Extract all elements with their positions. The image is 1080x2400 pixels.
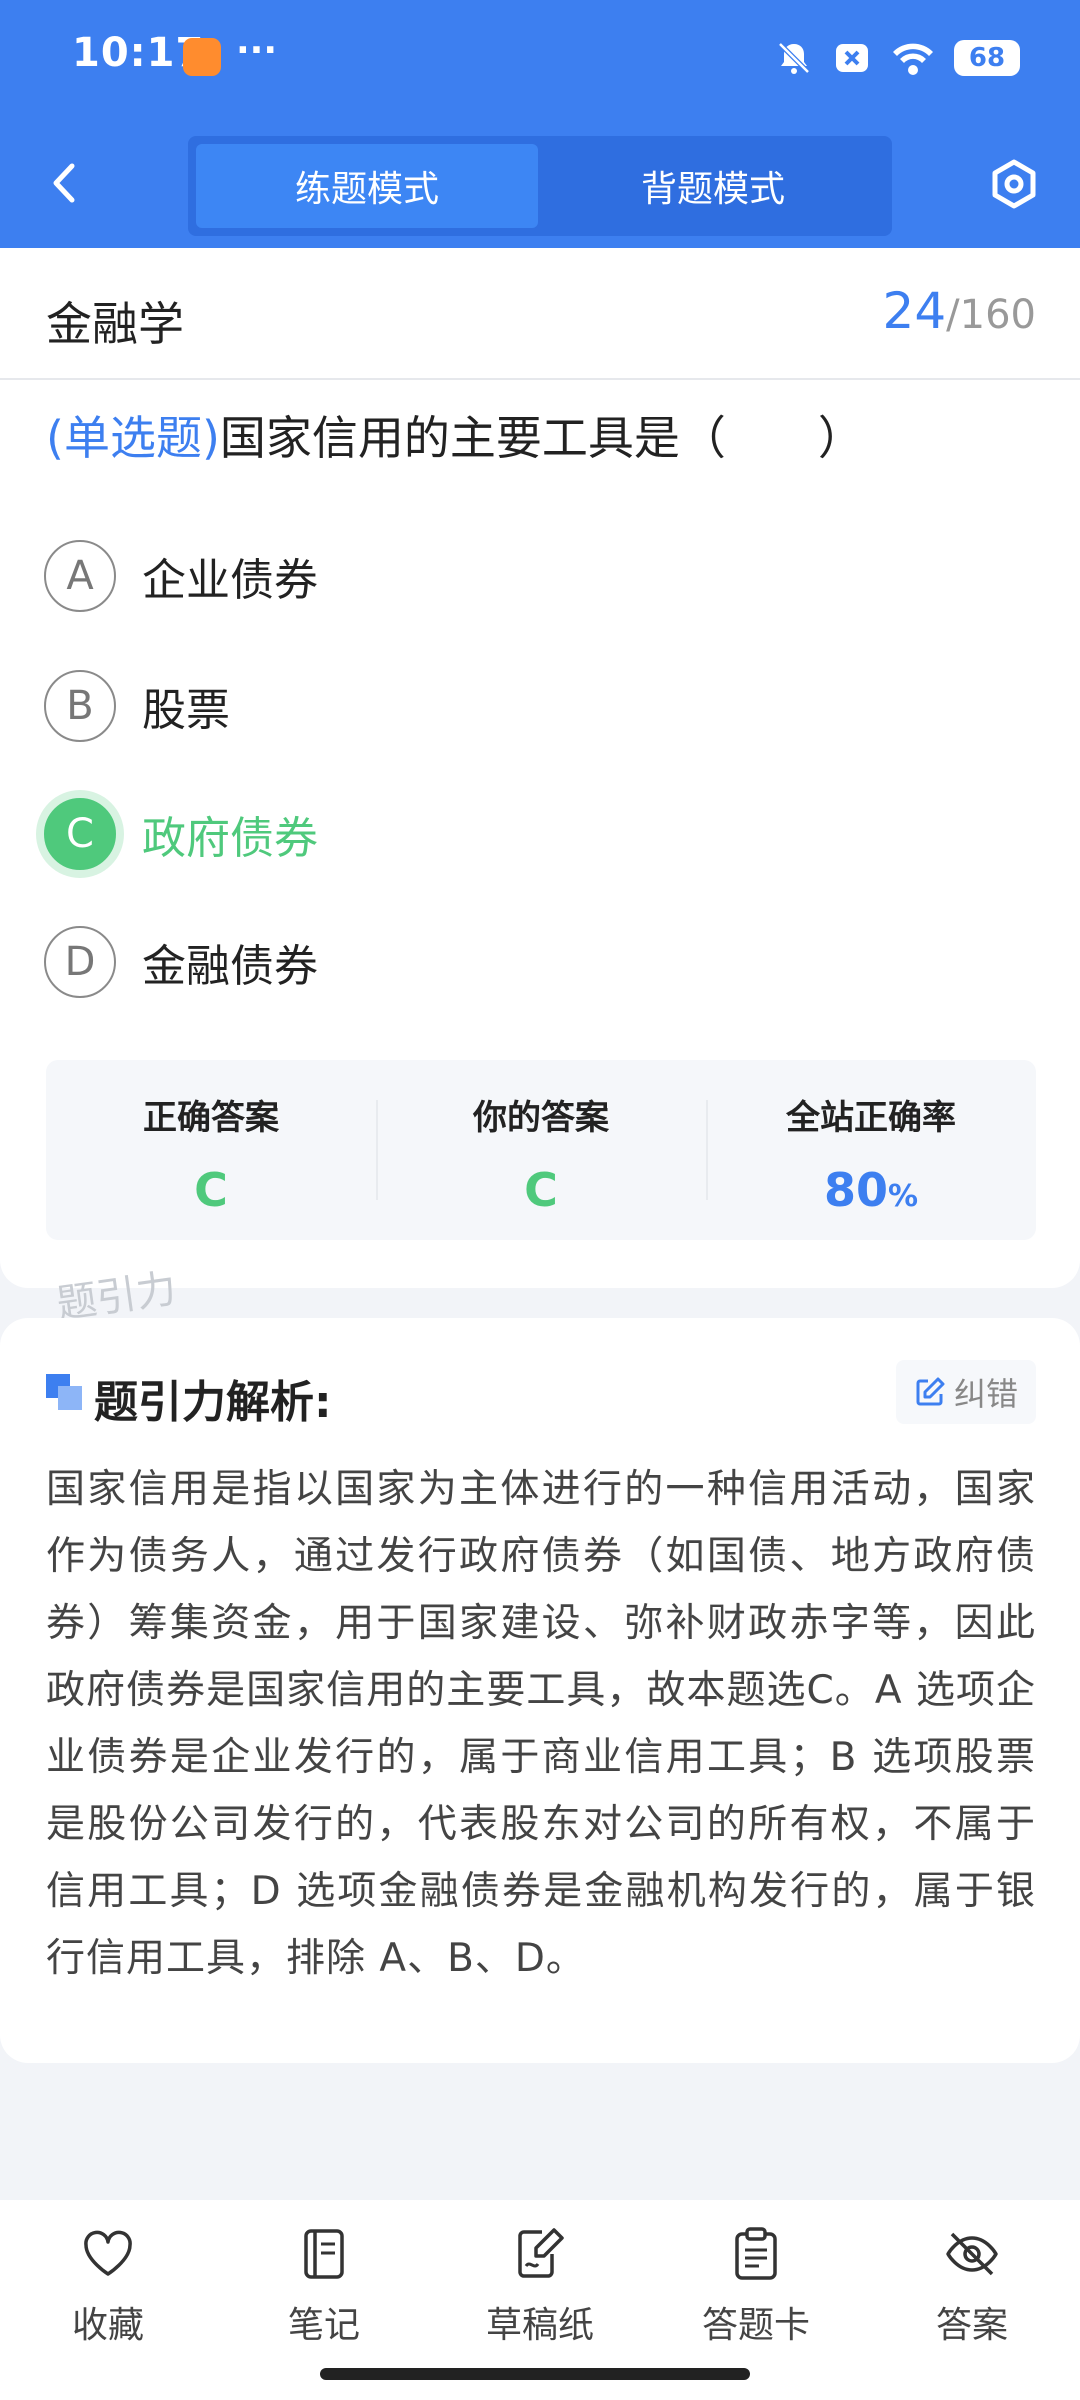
divider	[0, 378, 1080, 380]
report-error-label: 纠错	[953, 1375, 1018, 1413]
status-icons: 68	[774, 34, 1020, 82]
correct-answer-block: 正确答案 C	[46, 1060, 376, 1240]
settings-icon[interactable]	[988, 158, 1040, 210]
edit-icon	[916, 1377, 945, 1406]
option-d[interactable]: D 金融债券	[44, 924, 318, 1000]
mute-bell-icon	[778, 42, 810, 74]
notebook-icon	[304, 2229, 344, 2279]
question-type: (单选题)	[46, 411, 220, 465]
subject-title: 金融学	[46, 297, 184, 351]
option-text: 股票	[142, 685, 230, 736]
your-answer-block: 你的答案 C	[376, 1060, 706, 1240]
option-letter: B	[44, 670, 116, 742]
nav-bar: 练题模式 背题模式	[0, 120, 1080, 248]
option-letter: C	[44, 798, 116, 870]
question-stem: (单选题)国家信用的主要工具是（ ）	[46, 406, 1046, 470]
tab-practice-mode[interactable]: 练题模式	[196, 144, 538, 228]
question-text: 国家信用的主要工具是（ ）	[219, 411, 864, 465]
tab-memorize-mode[interactable]: 背题模式	[542, 144, 884, 228]
home-indicator[interactable]	[320, 2368, 750, 2380]
report-error-button[interactable]: 纠错	[895, 1360, 1036, 1424]
notes-button[interactable]: 笔记	[244, 2226, 404, 2348]
your-answer-label: 你的答案	[473, 1098, 609, 1138]
analysis-body: 国家信用是指以国家为主体进行的一种信用活动，国家作为债务人，通过发行政府债券（如…	[46, 1467, 1036, 1981]
option-a[interactable]: A 企业债券	[44, 538, 318, 614]
your-answer-value: C	[524, 1163, 558, 1217]
show-answer-label: 答案	[935, 2305, 1008, 2346]
analysis-square-icon	[46, 1374, 82, 1410]
accuracy-rate-value: 80%	[824, 1163, 918, 1217]
answer-card-label: 答题卡	[701, 2305, 810, 2346]
favorite-label: 收藏	[71, 2305, 144, 2346]
bottom-toolbar: 收藏 笔记 草稿纸 答题卡 答案	[0, 2200, 1080, 2400]
notes-label: 笔记	[287, 2305, 360, 2346]
eye-off-icon	[946, 2232, 998, 2276]
accuracy-rate-label: 全站正确率	[786, 1098, 956, 1138]
back-arrow-icon[interactable]	[40, 158, 90, 208]
favorite-button[interactable]: 收藏	[28, 2226, 188, 2348]
mode-switch: 练题模式 背题模式	[188, 136, 892, 236]
option-letter: A	[44, 540, 116, 612]
option-text: 政府债券	[142, 813, 318, 864]
analysis-card: 题引力解析: 纠错 国家信用是指以国家为主体进行的一种信用活动，国家作为债务人，…	[0, 1318, 1080, 2063]
more-notifications-icon: ···	[236, 30, 278, 71]
current-question-number: 24	[882, 282, 947, 340]
question-card: 金融学 24/160 (单选题)国家信用的主要工具是（ ） A 企业债券 B 股…	[0, 248, 1080, 1288]
scratch-paper-button[interactable]: 草稿纸	[460, 2226, 620, 2348]
answer-card-button[interactable]: 答题卡	[676, 2226, 836, 2348]
total-question-count: 160	[959, 292, 1036, 338]
accuracy-rate-block: 全站正确率 80%	[706, 1060, 1036, 1240]
analysis-title: 题引力解析:	[94, 1377, 332, 1428]
option-c[interactable]: C 政府债券	[44, 796, 318, 872]
accuracy-rate-number: 80	[823, 1163, 888, 1217]
wifi-icon	[893, 43, 933, 75]
notification-app-icon	[183, 38, 221, 76]
no-sim-icon	[836, 44, 868, 72]
status-bar: 10:17 ··· 68	[0, 0, 1080, 120]
option-text: 金融债券	[142, 941, 318, 992]
heart-icon	[84, 2230, 132, 2276]
battery-indicator: 68	[954, 40, 1020, 76]
option-b[interactable]: B 股票	[44, 668, 230, 744]
correct-answer-label: 正确答案	[143, 1098, 279, 1138]
scratch-paper-label: 草稿纸	[485, 2305, 594, 2346]
option-letter: D	[44, 926, 116, 998]
show-answer-button[interactable]: 答案	[892, 2226, 1052, 2348]
accuracy-rate-unit: %	[887, 1179, 919, 1214]
app-header: 10:17 ··· 68 练题模式 背题模式	[0, 0, 1080, 248]
scratch-paper-icon	[518, 2228, 564, 2278]
progress-separator: /	[946, 292, 960, 338]
correct-answer-value: C	[194, 1163, 228, 1217]
clipboard-icon	[735, 2227, 777, 2280]
option-text: 企业债券	[142, 555, 318, 606]
answer-summary: 正确答案 C 你的答案 C 全站正确率 80%	[46, 1060, 1036, 1240]
question-progress: 24/160	[883, 282, 1036, 340]
